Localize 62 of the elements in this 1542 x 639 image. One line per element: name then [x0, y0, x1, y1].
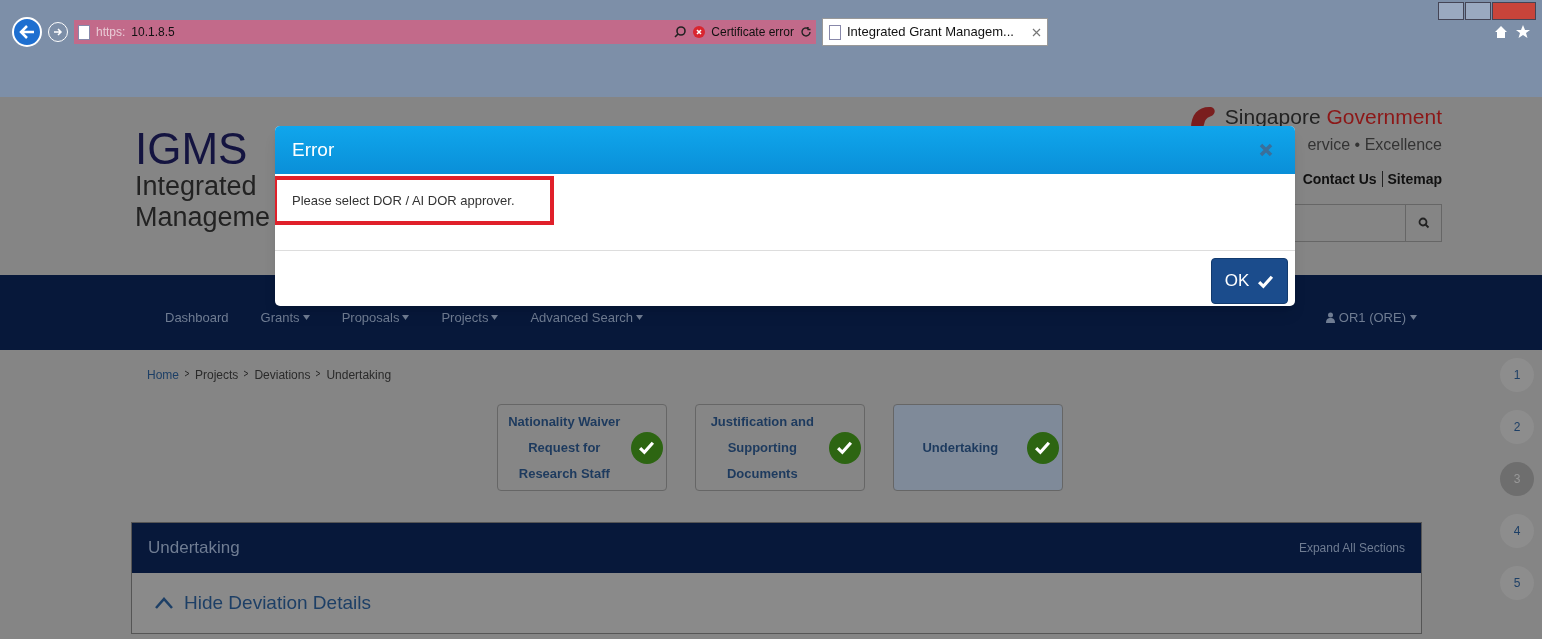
tagline: ervice • Excellence [1307, 134, 1442, 155]
header-link[interactable]: Contact Us [1302, 168, 1377, 190]
breadcrumb-link[interactable]: Home [147, 366, 179, 384]
chevron-icon [184, 370, 190, 377]
user-icon [1325, 312, 1335, 323]
back-button[interactable] [12, 17, 42, 47]
breadcrumb-link[interactable]: Undertaking [326, 366, 392, 384]
error-message: Please select DOR / AI DOR approver. [292, 191, 515, 210]
logo[interactable]: IGMS [135, 127, 271, 171]
url-host: 10.1.8.5 [131, 24, 175, 41]
address-bar[interactable]: https: 10.1.8.5 Certificate error [74, 20, 816, 44]
caret-icon [1410, 315, 1417, 320]
browser-tab[interactable]: Integrated Grant Managem... [822, 18, 1048, 46]
chevron-icon [315, 370, 322, 377]
page-icon [78, 24, 90, 40]
check-icon [1034, 439, 1052, 456]
panel-title: Undertaking [148, 537, 240, 560]
step-card[interactable]: Nationality Waiver Request for Research Staff [496, 404, 667, 491]
search-icon[interactable] [673, 25, 688, 39]
maximize-button[interactable] [1465, 2, 1491, 20]
search-icon [1417, 216, 1430, 229]
hide-details-toggle[interactable]: Hide Deviation Details [154, 589, 371, 618]
forward-arrow-icon [53, 27, 63, 37]
header-link[interactable]: Sitemap [1387, 168, 1442, 190]
breadcrumb-link[interactable]: Deviations [254, 366, 311, 384]
certificate-error[interactable]: Certificate error [711, 23, 794, 41]
step-label: Undertaking [921, 438, 1000, 457]
side-step[interactable]: 2 [1500, 410, 1534, 444]
step-label: Justification and Supporting Documents [709, 412, 815, 483]
step-label: Nationality Waiver Request for Research Staff [507, 412, 622, 483]
logo-subtitle: Manageme [135, 204, 271, 231]
chevron-icon [243, 370, 250, 377]
dialog-title: Error [292, 137, 335, 162]
tab-title: Integrated Grant Managem... [847, 23, 1014, 42]
government-title: Singapore Government [1224, 104, 1442, 130]
step-card[interactable]: Undertaking [892, 404, 1063, 491]
expand-all-link[interactable]: Expand All Sections [1298, 539, 1405, 557]
home-icon[interactable] [1494, 25, 1508, 39]
side-step[interactable]: 4 [1500, 514, 1534, 548]
refresh-icon[interactable] [800, 26, 812, 38]
error-icon [693, 26, 706, 38]
ok-button[interactable]: OK [1211, 258, 1288, 304]
nav-item[interactable]: Proposals [341, 307, 410, 328]
nav-item[interactable]: Dashboard [165, 307, 229, 328]
side-step[interactable]: 5 [1500, 566, 1534, 600]
minimize-button[interactable] [1438, 2, 1464, 20]
user-menu[interactable]: OR1 (ORE) [1325, 307, 1417, 328]
star-icon[interactable] [1516, 25, 1530, 39]
step-card[interactable]: Justification and Supporting Documents [694, 404, 865, 491]
nav-item[interactable]: Advanced Search [530, 307, 644, 328]
nav-item[interactable]: Projects [441, 307, 499, 328]
logo-subtitle: Integrated [135, 173, 258, 200]
close-icon[interactable] [1032, 27, 1041, 37]
side-step[interactable]: 1 [1500, 358, 1534, 392]
nav-item[interactable]: Grants [260, 307, 310, 328]
breadcrumb-link[interactable]: Projects [195, 366, 239, 384]
check-icon [638, 439, 656, 456]
url-scheme: https: [96, 24, 126, 41]
chevron-up-icon [154, 597, 174, 610]
page-icon [829, 24, 841, 40]
back-arrow-icon [19, 25, 35, 39]
check-icon [836, 439, 854, 456]
